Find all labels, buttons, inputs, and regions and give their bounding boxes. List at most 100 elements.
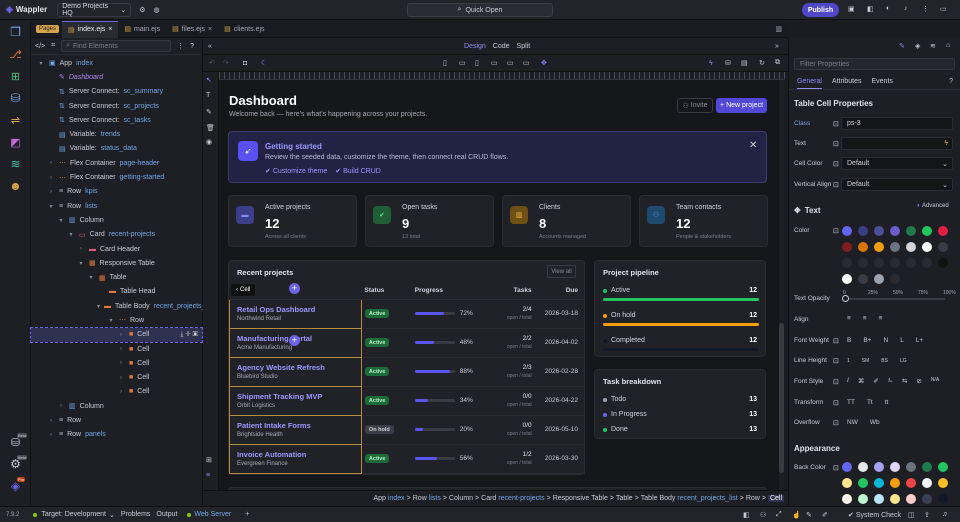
chevron-icon[interactable]: › — [47, 432, 55, 438]
chevron-icon[interactable]: ▾ — [57, 217, 65, 224]
back-color-swatch[interactable] — [890, 494, 900, 504]
bind-icon[interactable]: ⊡ — [833, 181, 839, 189]
weight-option[interactable]: L+ — [916, 337, 923, 344]
breadcrumb-item[interactable]: App — [373, 495, 385, 502]
breadcrumb-item[interactable]: Table — [616, 495, 633, 502]
tree-node[interactable]: ▾ ▥ Column — [31, 213, 202, 227]
color-swatch[interactable] — [842, 226, 852, 236]
rail-assets[interactable]: ◩ — [0, 131, 31, 153]
breadcrumb-item[interactable]: Row — [746, 495, 760, 502]
color-swatch[interactable] — [874, 258, 884, 268]
tab-events[interactable]: Events — [871, 78, 892, 85]
device-laptop-icon[interactable]: ▭ — [491, 59, 498, 67]
mode-code[interactable]: Code — [493, 43, 510, 50]
text-input[interactable]: ϟ — [841, 137, 953, 150]
weight-option[interactable]: L — [900, 337, 904, 344]
project-cell[interactable]: Patient Intake Forms Brightside Health — [229, 414, 362, 445]
tree-node[interactable]: ▤ Variable: trends — [31, 127, 202, 141]
bind-icon[interactable]: ⊡ — [833, 419, 839, 427]
app-logo[interactable]: ◈ Wappler — [6, 4, 47, 15]
bind-icon[interactable]: ⊡ — [833, 357, 839, 365]
chevron-icon[interactable]: ▾ — [107, 317, 115, 324]
more-icon[interactable]: ⋮ — [922, 5, 929, 13]
table-row[interactable]: Retail Ops Dashboard Northwind Retail Acti… — [229, 298, 585, 329]
chevron-icon[interactable]: › — [47, 189, 55, 195]
layout-icon[interactable]: ◧ — [743, 511, 750, 519]
project-name[interactable]: Agency Website Refresh — [237, 363, 358, 372]
align-left-icon[interactable]: ≡ — [847, 315, 851, 322]
height-option[interactable]: SM — [862, 358, 870, 364]
align-right-icon[interactable]: ≡ — [879, 315, 883, 322]
back-color-swatch[interactable] — [938, 462, 948, 472]
back-color-swatch[interactable] — [874, 478, 884, 488]
publish-button[interactable]: Publish — [802, 3, 839, 17]
device-tablet-icon[interactable]: ▭ — [459, 59, 466, 67]
color-swatch[interactable] — [842, 274, 852, 284]
back-color-swatch[interactable] — [906, 478, 916, 488]
build-crud-link[interactable]: ✔ Build CRUD — [335, 167, 381, 175]
code-icon[interactable]: </> — [35, 43, 45, 50]
back-color-swatch[interactable] — [938, 494, 948, 504]
project-name[interactable]: Shipment Tracking MVP — [237, 392, 358, 401]
device-tablet-portrait-icon[interactable]: ▯ — [475, 59, 479, 67]
tree-node[interactable]: › ▬ Card Header — [31, 242, 202, 256]
table-row[interactable]: Agency Website Refresh Bluebird Studio Act… — [229, 356, 585, 387]
chevron-icon[interactable]: ▾ — [97, 303, 100, 310]
breadcrumb-sub[interactable]: lists — [429, 495, 441, 502]
more-icon[interactable]: ⋮ — [177, 42, 184, 50]
view-all-button[interactable]: View all — [547, 265, 576, 278]
share-icon[interactable]: ⇪ — [924, 511, 930, 519]
tab-general[interactable]: General — [797, 74, 822, 89]
window-max-icon[interactable]: ▭ — [940, 5, 947, 13]
color-swatch[interactable] — [938, 258, 948, 268]
users-icon[interactable]: ⚇ — [760, 511, 766, 519]
rail-structure[interactable]: ⊞ — [0, 65, 31, 87]
collapse-left-icon[interactable]: « — [208, 43, 212, 50]
tree-node[interactable]: ▾ ▬ Table Body recent_projects_list — [31, 299, 214, 313]
panel-icon[interactable]: ◧ — [867, 5, 874, 13]
color-swatch[interactable] — [922, 226, 932, 236]
tree-node[interactable]: ⇅ Server Connect: sc_tasks — [31, 113, 202, 127]
color-swatch[interactable] — [906, 258, 916, 268]
tab-main[interactable]: ▤ main.ejs — [118, 21, 166, 38]
back-color-swatch[interactable] — [874, 494, 884, 504]
quick-open-button[interactable]: ⌕ Quick Open — [407, 3, 553, 17]
table-row[interactable]: Shipment Tracking MVP Orbit Logistics Acti… — [229, 385, 585, 416]
tree-node[interactable]: › ■ Cell — [31, 356, 202, 370]
back-color-swatch[interactable] — [890, 478, 900, 488]
tab-clients[interactable]: ▤ clients.ejs — [218, 21, 270, 38]
customize-theme-link[interactable]: ✔ Customize theme — [265, 167, 327, 175]
grid-icon[interactable]: ⊞ — [206, 456, 212, 464]
back-color-swatch[interactable] — [938, 478, 948, 488]
back-color-swatch[interactable] — [922, 478, 932, 488]
breadcrumb-sub[interactable]: index — [388, 495, 405, 502]
external-icon[interactable]: ⧉ — [775, 59, 780, 67]
close-icon[interactable]: × — [208, 26, 212, 33]
new-project-button[interactable]: + New project — [716, 98, 767, 113]
breadcrumb-item[interactable]: Row — [413, 495, 427, 502]
color-swatch[interactable] — [922, 242, 932, 252]
breadcrumb-sub[interactable]: recent-projects — [498, 495, 544, 502]
insert-plus-mid[interactable]: + — [289, 335, 300, 346]
tab-index[interactable]: ▤ index.ejs × — [62, 20, 119, 38]
underline-icon[interactable]: ⎁ — [888, 377, 893, 385]
color-swatch[interactable] — [858, 258, 868, 268]
rail-settings[interactable]: ⚙ Beta — [0, 453, 31, 475]
help-icon[interactable]: ? — [190, 43, 194, 50]
design-canvas[interactable]: Dashboard Welcome back — here's what's h… — [219, 80, 779, 490]
align-center-icon[interactable]: ≡ — [863, 315, 867, 322]
color-swatch[interactable] — [906, 242, 916, 252]
brush-icon[interactable]: ✐ — [822, 511, 828, 519]
cell-color-select[interactable]: Default ⌄ — [841, 157, 953, 170]
edit-icon[interactable]: ✎ — [899, 42, 905, 50]
pen-icon[interactable]: ✎ — [806, 511, 812, 519]
tree-node[interactable]: › ▥ Column — [31, 399, 202, 413]
list-icon[interactable]: ≡ — [206, 472, 210, 479]
tree-node[interactable]: ⇅ Server Connect: sc_summary — [31, 85, 202, 99]
height-option[interactable]: BS — [881, 358, 888, 364]
pen-tool-icon[interactable]: ✎ — [206, 108, 212, 116]
system-check-button[interactable]: ✔ System Check — [848, 511, 901, 519]
reset-style-icon[interactable]: ⊘ — [916, 377, 921, 385]
tree-node[interactable]: ▾ ▦ Table — [31, 270, 202, 284]
crosshair-icon[interactable]: ✥ — [541, 59, 547, 67]
